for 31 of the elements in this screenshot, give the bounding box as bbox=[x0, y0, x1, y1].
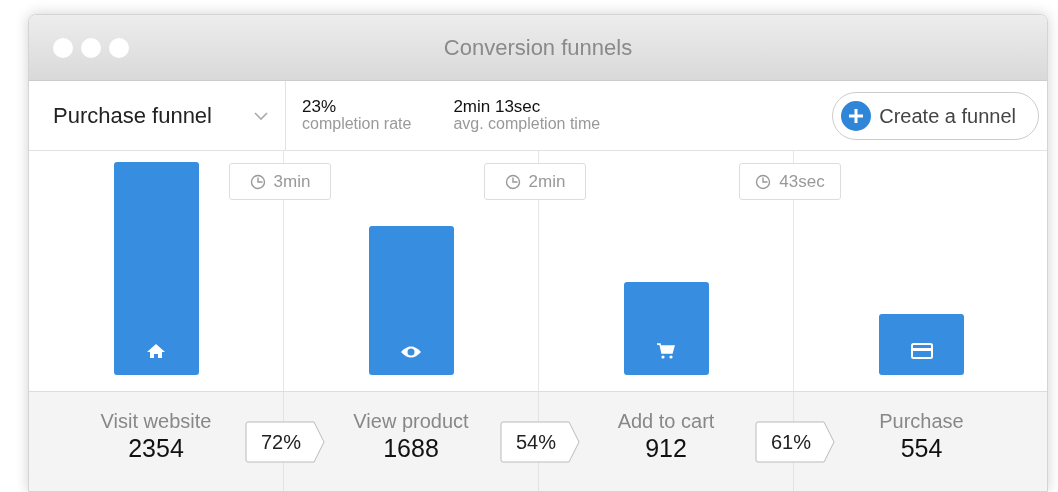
eye-icon bbox=[400, 345, 422, 359]
time-badge: 2min bbox=[484, 163, 586, 200]
window-controls[interactable] bbox=[53, 38, 129, 58]
step-count: 2354 bbox=[128, 433, 184, 464]
step-name: Add to cart bbox=[617, 410, 715, 432]
cart-icon bbox=[656, 343, 676, 359]
step-count: 554 bbox=[900, 433, 943, 464]
clock-icon bbox=[504, 173, 521, 190]
time-badge: 43sec bbox=[739, 163, 841, 200]
stat-label: completion rate bbox=[302, 116, 412, 133]
plus-icon bbox=[841, 100, 872, 131]
funnel-dropdown[interactable]: Purchase funnel bbox=[29, 81, 286, 150]
conversion-rate-badge: 72% bbox=[245, 421, 325, 463]
step-count: 912 bbox=[645, 433, 687, 464]
stat-value: 2min 13sec bbox=[453, 98, 542, 116]
window-title: Conversion funnels bbox=[443, 34, 633, 62]
conversion-rate-badge: 54% bbox=[500, 421, 580, 463]
clock-icon bbox=[249, 173, 266, 190]
step-name: Purchase bbox=[879, 410, 964, 432]
credit-card-icon bbox=[910, 343, 933, 359]
step-name: Visit website bbox=[100, 410, 212, 432]
stat-label: avg. completion time bbox=[453, 116, 601, 133]
home-icon bbox=[146, 343, 166, 359]
create-funnel-button[interactable]: Create a funnel bbox=[832, 91, 1039, 140]
time-badge: 3min bbox=[229, 163, 331, 200]
clock-icon bbox=[755, 173, 772, 190]
chevron-down-icon bbox=[253, 110, 269, 121]
step-count: 1688 bbox=[383, 433, 439, 464]
conversion-rate-badge: 61% bbox=[755, 421, 835, 463]
step-name: View product bbox=[353, 410, 469, 432]
stat-value: 23% bbox=[302, 98, 338, 116]
